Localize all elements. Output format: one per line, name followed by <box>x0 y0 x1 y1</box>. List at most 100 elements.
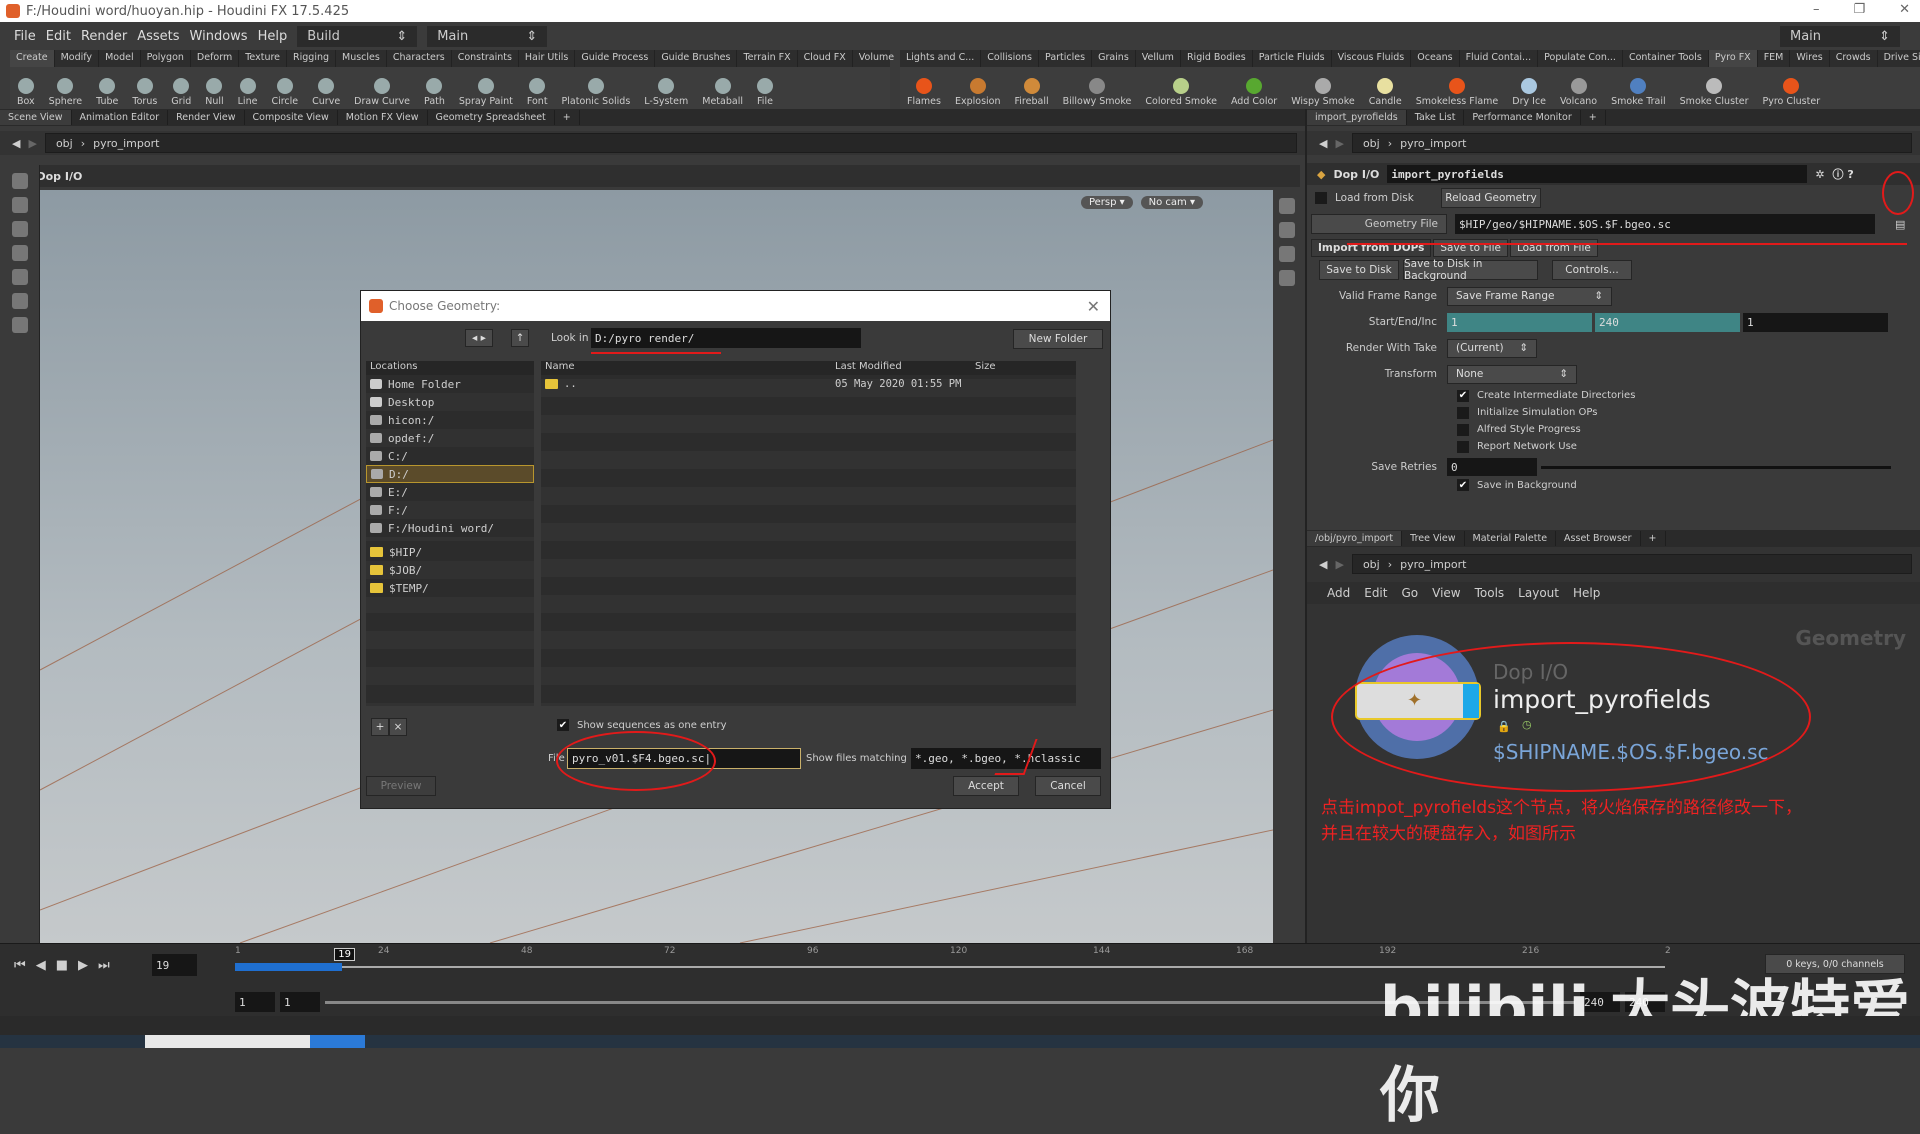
network-menu-help[interactable]: Help <box>1573 586 1600 600</box>
camera-menu[interactable]: No cam ▾ <box>1140 196 1203 209</box>
shelf-tab-wires[interactable]: Wires <box>1790 50 1830 67</box>
back-arrow-icon[interactable]: ◀ <box>1319 137 1327 150</box>
file-chooser-icon[interactable]: ▤ <box>1895 218 1905 231</box>
column-last-modified[interactable]: Last Modified <box>831 361 971 375</box>
shelf-tab-rigging[interactable]: Rigging <box>287 50 337 67</box>
back-arrow-icon[interactable]: ◀ <box>12 137 20 150</box>
path-pyro-import[interactable]: pyro_import <box>1400 558 1466 571</box>
location-item[interactable]: Desktop <box>366 393 534 411</box>
shelf-tool-smokeless-flame[interactable]: Smokeless Flame <box>1409 78 1506 107</box>
subtab-load-from-file[interactable]: Load from File <box>1509 239 1598 257</box>
shelf-tab-guide-brushes[interactable]: Guide Brushes <box>655 50 738 67</box>
look-in-field[interactable]: D:/pyro render/ <box>591 328 861 348</box>
variable-location-item[interactable]: $TEMP/ <box>366 579 534 597</box>
shelf-tool-add-color[interactable]: Add Color <box>1224 78 1284 107</box>
reload-geometry-button[interactable]: Reload Geometry <box>1441 188 1541 208</box>
shelf-tool-fireball[interactable]: Fireball <box>1008 78 1056 107</box>
remove-location-button[interactable]: × <box>389 718 407 736</box>
play-icon[interactable]: ▶ <box>78 958 88 973</box>
tab-material-palette[interactable]: Material Palette <box>1465 531 1557 546</box>
transform-select[interactable]: None ⇕ <box>1447 364 1577 384</box>
shelf-tool-file[interactable]: File <box>750 78 780 107</box>
shelf-tool-explosion[interactable]: Explosion <box>948 78 1008 107</box>
shading-icon[interactable] <box>1279 270 1295 286</box>
light-icon[interactable] <box>1279 246 1295 262</box>
shelf-tool-wispy-smoke[interactable]: Wispy Smoke <box>1284 78 1362 107</box>
minimize-button[interactable]: – <box>1813 2 1820 17</box>
shelf-tool-smoke-cluster[interactable]: Smoke Cluster <box>1673 78 1756 107</box>
parent-folder-button[interactable]: ↑ <box>511 329 529 347</box>
network-menu-go[interactable]: Go <box>1401 586 1418 600</box>
menu-windows[interactable]: Windows <box>190 29 248 44</box>
shelf-tab-volume[interactable]: Volume <box>853 50 902 67</box>
shelf-tab-fem[interactable]: FEM <box>1758 50 1791 67</box>
shelf-tool-draw-curve[interactable]: Draw Curve <box>347 78 417 107</box>
maximize-button[interactable]: ❐ <box>1853 2 1865 17</box>
shelf-tool-platonic-solids[interactable]: Platonic Solids <box>555 78 638 107</box>
shelf-tab-hair-utils[interactable]: Hair Utils <box>519 50 576 67</box>
close-window-button[interactable]: ✕ <box>1899 2 1910 17</box>
shelf-tool-null[interactable]: Null <box>198 78 230 107</box>
menu-assets[interactable]: Assets <box>137 29 179 44</box>
load-from-disk-checkbox[interactable] <box>1315 192 1327 204</box>
menu-file[interactable]: File <box>14 29 36 44</box>
shelf-tab-fluid-contai[interactable]: Fluid Contai... <box>1460 50 1539 67</box>
shelf-tool-volcano[interactable]: Volcano <box>1553 78 1604 107</box>
persp-menu[interactable]: Persp ▾ <box>1080 196 1133 209</box>
shelf-tab-rigid-bodies[interactable]: Rigid Bodies <box>1181 50 1253 67</box>
network-path-field[interactable]: obj › pyro_import <box>1351 554 1912 574</box>
subtab-save-to-file[interactable]: Save to File <box>1433 239 1508 257</box>
tab-obj-pyro-import[interactable]: /obj/pyro_import <box>1307 531 1403 546</box>
tab-import-pyrofields[interactable]: import_pyrofields <box>1307 110 1407 125</box>
lock-icon[interactable] <box>1279 222 1295 238</box>
shelf-tool-dry-ice[interactable]: Dry Ice <box>1505 78 1553 107</box>
checkbox-alfred-style-progress[interactable]: Alfred Style Progress <box>1457 421 1920 438</box>
node-name-field[interactable]: import_pyrofields <box>1387 165 1808 183</box>
location-item[interactable]: opdef:/ <box>366 429 534 447</box>
path-obj[interactable]: obj <box>1363 558 1380 571</box>
shelf-tab-characters[interactable]: Characters <box>387 50 452 67</box>
jump-start-icon[interactable]: ⏮ <box>14 958 26 973</box>
tab-animation-editor[interactable]: Animation Editor <box>72 110 169 125</box>
tab-asset-browser[interactable]: Asset Browser <box>1556 531 1641 546</box>
add-tab-icon[interactable]: + <box>1641 531 1666 546</box>
current-frame-marker[interactable]: 19 <box>334 948 355 961</box>
shelf-tool-candle[interactable]: Candle <box>1362 78 1409 107</box>
shelf-tool-sphere[interactable]: Sphere <box>42 78 89 107</box>
network-menu-add[interactable]: Add <box>1327 586 1350 600</box>
show-sequences-checkbox[interactable]: ✔ Show sequences as one entry <box>557 719 726 731</box>
magnet-tool-icon[interactable] <box>11 317 28 333</box>
accept-button[interactable]: Accept <box>953 776 1019 796</box>
shelf-tab-modify[interactable]: Modify <box>55 50 100 67</box>
save-retries-slider[interactable] <box>1541 465 1891 469</box>
shelf-tab-model[interactable]: Model <box>99 50 141 67</box>
shelf-tool-box[interactable]: Box <box>10 78 42 107</box>
jump-end-icon[interactable]: ⏭ <box>98 958 110 973</box>
tab-performance-monitor[interactable]: Performance Monitor <box>1464 110 1581 125</box>
tab-composite-view[interactable]: Composite View <box>245 110 338 125</box>
desktop-select[interactable]: Build ⇕ <box>297 25 418 47</box>
geometry-file-field[interactable]: $HIP/geo/$HIPNAME.$OS.$F.bgeo.sc <box>1455 214 1875 234</box>
shelf-tool-line[interactable]: Line <box>231 78 265 107</box>
back-arrow-icon[interactable]: ◀ <box>1319 558 1327 571</box>
variable-location-item[interactable]: $HIP/ <box>366 543 534 561</box>
cancel-button[interactable]: Cancel <box>1035 776 1101 796</box>
shelf-tab-guide-process[interactable]: Guide Process <box>575 50 656 67</box>
shelf-tab-vellum[interactable]: Vellum <box>1136 50 1181 67</box>
save-retries-field[interactable]: 0 <box>1447 458 1537 476</box>
play-reverse-icon[interactable]: ◀ <box>36 958 46 973</box>
tab-render-view[interactable]: Render View <box>168 110 245 125</box>
shelf-tool-spray-paint[interactable]: Spray Paint <box>452 78 520 107</box>
save-to-disk-background-button[interactable]: Save to Disk in Background <box>1403 258 1538 282</box>
dialog-close-icon[interactable]: ✕ <box>1087 297 1100 316</box>
shelf-tab-pyro-fx[interactable]: Pyro FX <box>1708 50 1758 67</box>
shelf-tab-populate-con[interactable]: Populate Con... <box>1538 50 1623 67</box>
tab-geometry-spreadsheet[interactable]: Geometry Spreadsheet <box>428 110 555 125</box>
shelf-tab-cloud-fx[interactable]: Cloud FX <box>798 50 853 67</box>
location-item[interactable]: F:/Houdini word/ <box>366 519 534 537</box>
shelf-tab-drive-simula[interactable]: Drive Simula... <box>1878 50 1920 67</box>
forward-arrow-icon[interactable]: ▶ <box>28 137 36 150</box>
shelf-tab-oceans[interactable]: Oceans <box>1411 50 1460 67</box>
new-folder-button[interactable]: New Folder <box>1013 329 1103 349</box>
shelf-tab-particles[interactable]: Particles <box>1039 50 1093 67</box>
